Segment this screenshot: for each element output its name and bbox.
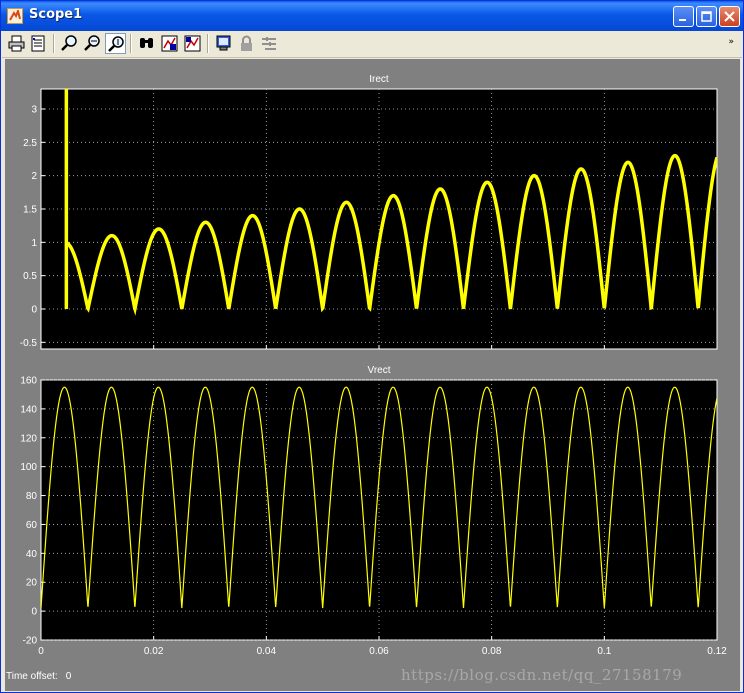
vrect-x-tick-label: 0.08: [482, 646, 502, 657]
close-icon: [724, 11, 735, 22]
restore-axes-button[interactable]: [182, 33, 203, 54]
irect-y-tick-label: 0: [31, 305, 37, 316]
zoom-y-icon: [108, 36, 124, 52]
matlab-icon[interactable]: [7, 8, 23, 24]
zoom-y-button[interactable]: [105, 33, 126, 54]
vrect-y-tick-label: 60: [26, 520, 38, 531]
time-offset-label: Time offset:: [6, 671, 58, 682]
irect-y-tick-label: 1: [31, 238, 37, 249]
irect-y-tick-label: 2.5: [23, 138, 37, 149]
vrect-x-tick-label: 0.12: [707, 646, 727, 657]
vrect-y-tick-label: 160: [20, 376, 37, 387]
irect-y-tick-label: -0.5: [20, 338, 38, 349]
vrect-x-tick-label: 0.06: [369, 646, 389, 657]
vrect-y-tick-label: 0: [31, 607, 37, 618]
vrect-x-tick-label: 0.1: [597, 646, 611, 657]
floating-scope-button[interactable]: [213, 33, 234, 54]
irect-y-tick-label: 3: [31, 105, 37, 116]
lock-icon: [241, 35, 252, 51]
scope-window: Scope1 » Irect -0.5 0 0.5 1 1.5 2 2.5 3 …: [0, 0, 744, 693]
vrect-x-tick-label: 0: [38, 646, 44, 657]
restore-axes-icon: [184, 35, 201, 52]
scope-plots: Irect -0.5 0 0.5 1 1.5 2 2.5 3 Vrect 0 0.02 0.04 0.06…: [20, 74, 727, 657]
save-axes-icon: [161, 35, 178, 52]
vrect-y-tick-label: 100: [20, 462, 37, 473]
vrect-y-tick-label: -20: [23, 636, 38, 647]
maximize-button[interactable]: [696, 6, 717, 27]
printer-icon: [8, 35, 25, 52]
minimize-icon: [679, 19, 686, 21]
signal-selection-button[interactable]: [259, 33, 280, 54]
vrect-y-tick-label: 120: [20, 433, 37, 444]
parameters-button[interactable]: [28, 33, 49, 54]
time-offset-value: 0: [65, 671, 72, 682]
vrect-y-tick-label: 20: [26, 578, 38, 589]
autoscale-button[interactable]: [136, 33, 157, 54]
parameters-icon: [31, 35, 45, 52]
minimize-button[interactable]: [673, 6, 694, 27]
toolbar-separator: [207, 34, 209, 53]
watermark-text: https://blog.csdn.net/qq_27158179: [401, 666, 683, 684]
maximize-icon: [701, 11, 712, 22]
toolbar-overflow-chevron-icon[interactable]: »: [728, 37, 734, 47]
save-axes-button[interactable]: [159, 33, 180, 54]
window-title: Scope1: [29, 7, 83, 22]
print-button[interactable]: [6, 33, 27, 54]
status-bar: Time offset: 0: [6, 671, 71, 682]
vrect-title: Vrect: [368, 365, 391, 376]
irect-y-tick-label: 2: [31, 171, 37, 182]
vrect-x-tick-label: 0.04: [257, 646, 277, 657]
irect-title: Irect: [369, 74, 389, 85]
lock-axes-button[interactable]: [236, 33, 257, 54]
zoom-x-icon: [84, 35, 100, 51]
zoom-button[interactable]: [59, 33, 80, 54]
toolbar-separator: [130, 34, 132, 53]
vrect-y-tick-label: 80: [26, 491, 38, 502]
scope-plot-area: Irect -0.5 0 0.5 1 1.5 2 2.5 3 Vrect 0 0.02 0.04 0.06…: [5, 59, 740, 691]
vrect-y-tick-label: 40: [26, 549, 38, 560]
vrect-y-tick-label: 140: [20, 404, 37, 415]
close-button[interactable]: [719, 6, 740, 27]
toolbar-separator: [53, 34, 55, 53]
irect-y-tick-label: 1.5: [23, 205, 37, 216]
floating-scope-icon: [216, 35, 231, 51]
zoom-icon: [61, 35, 77, 51]
irect-y-tick-label: 0.5: [23, 271, 37, 282]
title-bar[interactable]: Scope1: [1, 1, 743, 31]
toolbar: »: [2, 31, 742, 58]
vrect-x-tick-label: 0.02: [144, 646, 164, 657]
binoculars-icon: [140, 38, 153, 48]
zoom-x-button[interactable]: [82, 33, 103, 54]
signal-selection-icon: [262, 37, 276, 50]
